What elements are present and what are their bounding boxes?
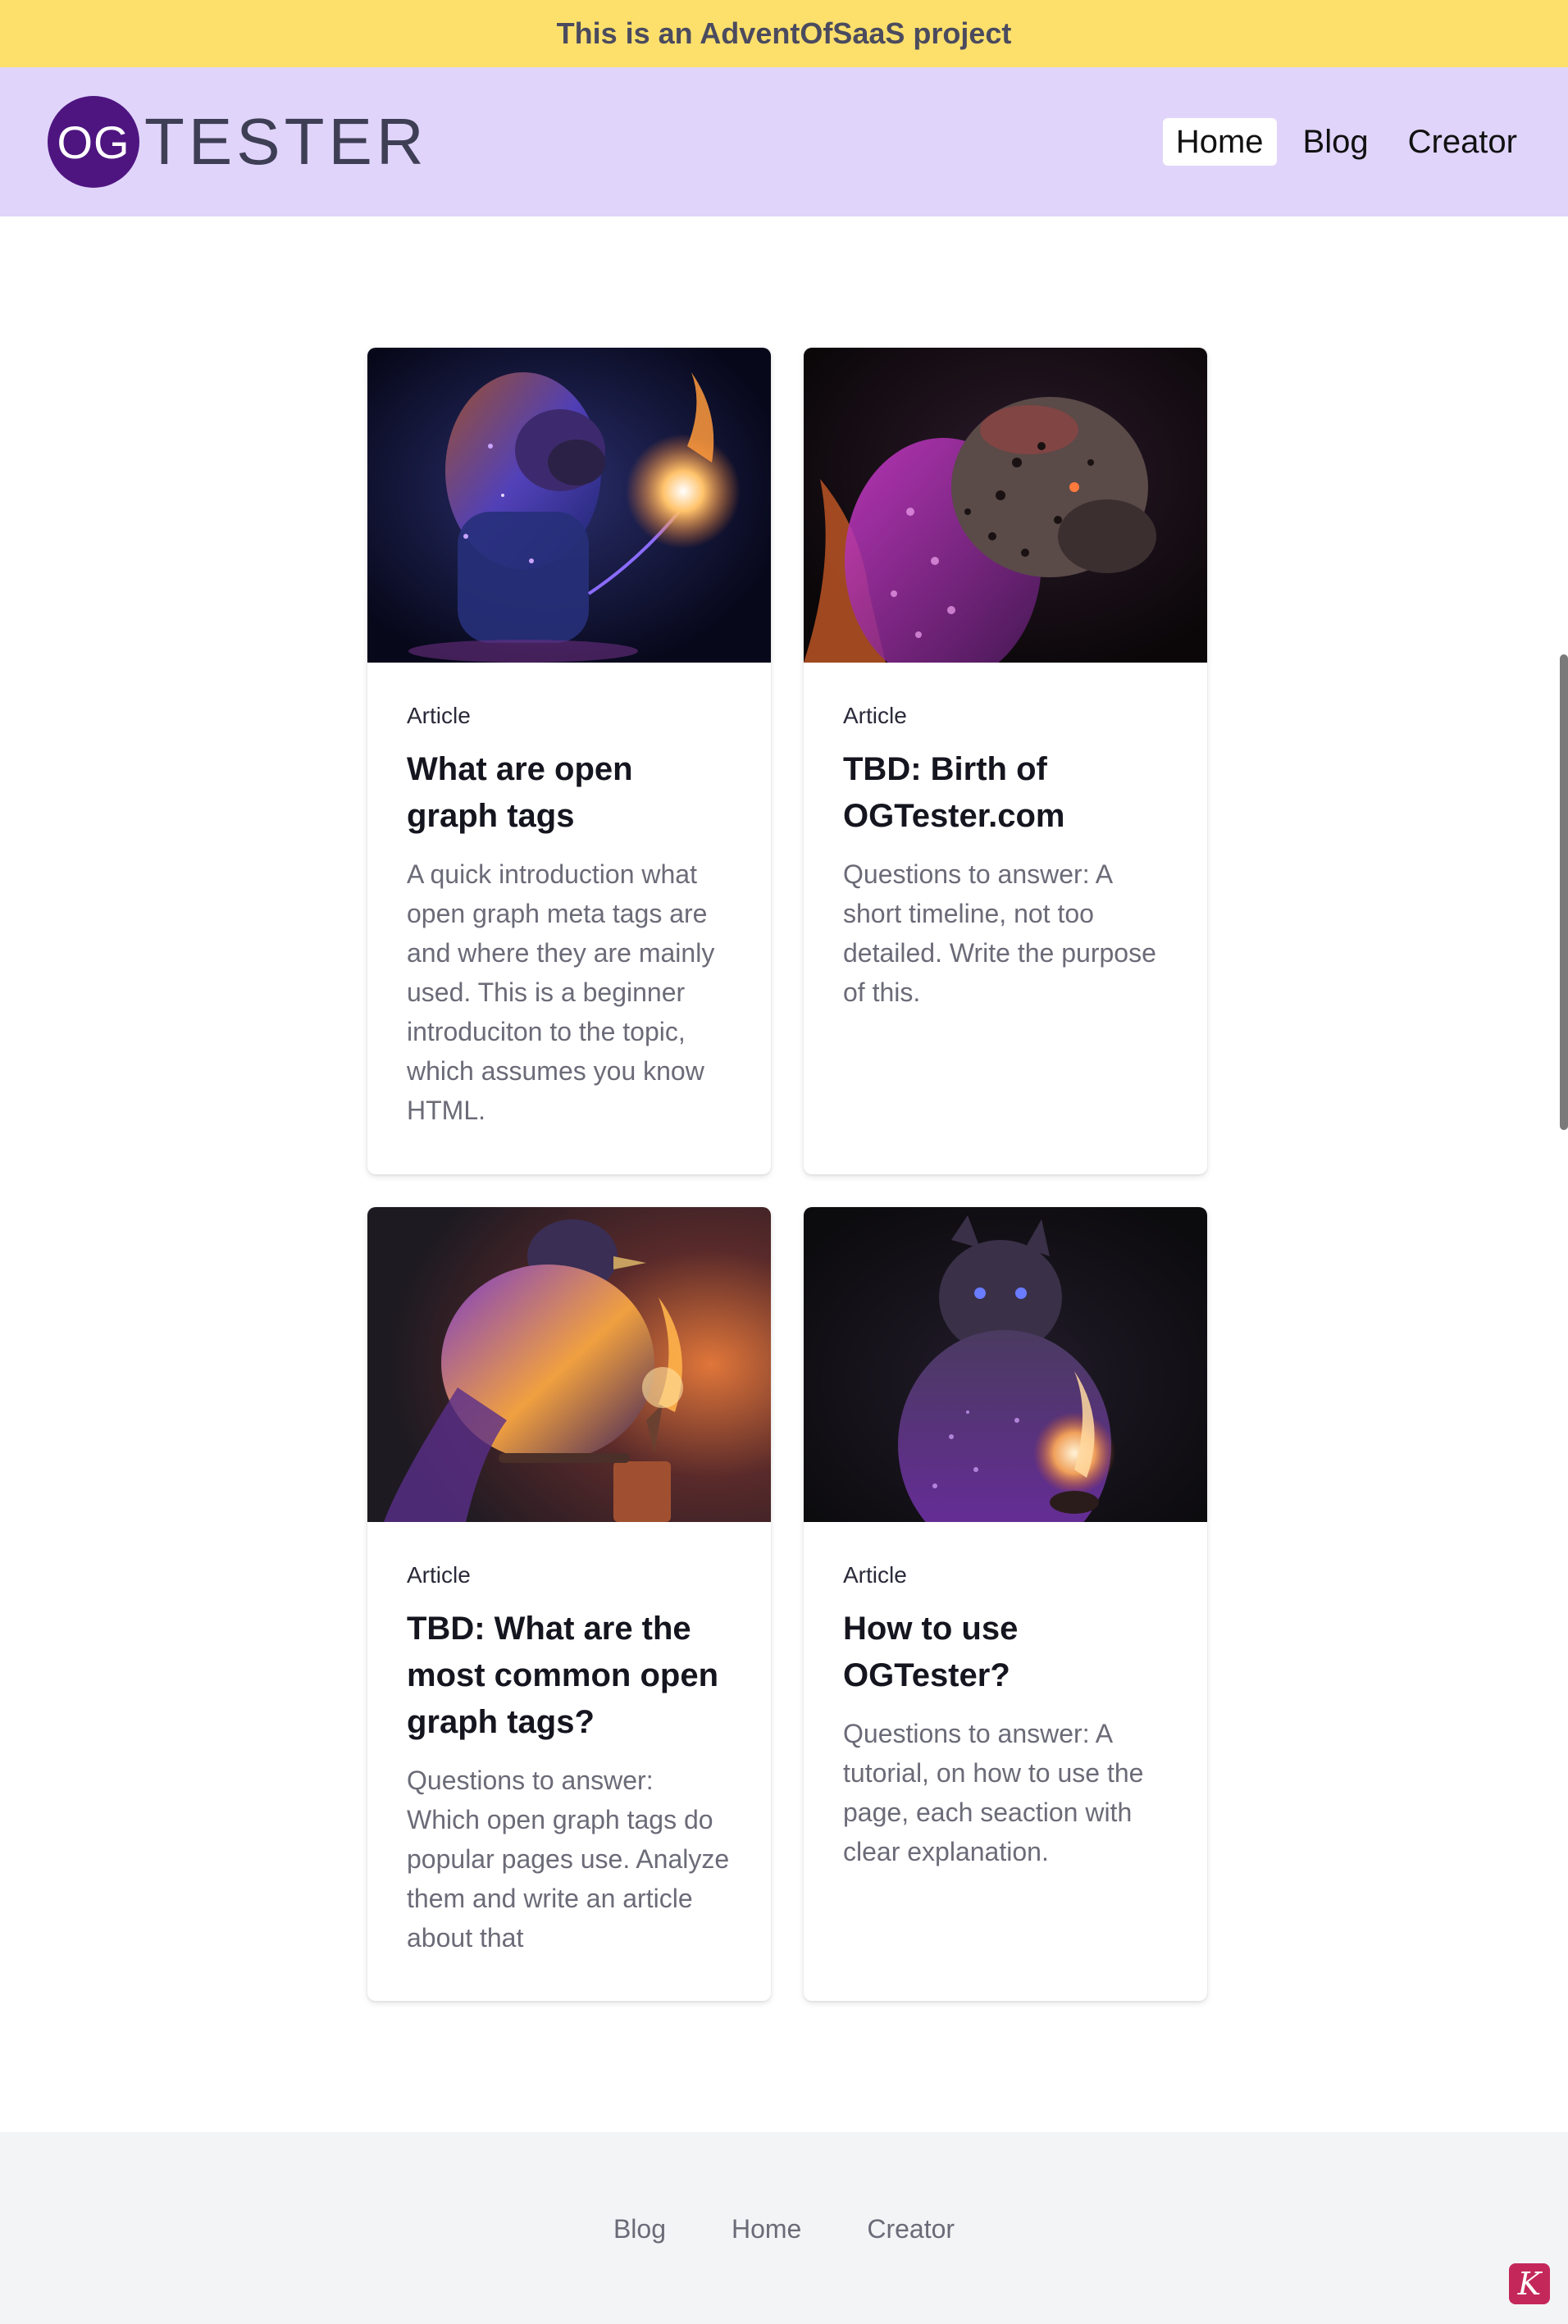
card-description: A quick introduction what open graph met…	[407, 859, 715, 1125]
logo-text: TESTER	[144, 105, 428, 178]
card-tag: Article	[843, 703, 907, 728]
leopard-with-fire-image	[804, 348, 1207, 663]
card-description: Questions to answer: A tutorial, on how …	[843, 1719, 1144, 1866]
card-tag: Article	[843, 1562, 907, 1588]
logo-circle: OG	[48, 96, 139, 188]
cat-with-candle-image	[804, 1207, 1207, 1522]
card-tag: Article	[407, 703, 471, 728]
site-header: OG TESTER Home Blog Creator	[0, 67, 1568, 216]
k-badge-icon[interactable]: K	[1509, 2263, 1550, 2304]
bird-with-torch-image	[367, 1207, 771, 1522]
footer-creator-link[interactable]: Creator	[867, 2214, 955, 2244]
article-card[interactable]: Article TBD: What are the most common op…	[367, 1207, 771, 2001]
footer-home-link[interactable]: Home	[732, 2214, 801, 2244]
card-tag: Article	[407, 1562, 471, 1588]
banner-text: This is an AdventOfSaaS project	[556, 16, 1012, 50]
article-card[interactable]: Article What are open graph tags A quick…	[367, 348, 771, 1174]
footer-nav: Blog Home Creator	[0, 2214, 1568, 2244]
site-logo[interactable]: OG TESTER	[48, 95, 428, 189]
card-description: Questions to answer: A short timeline, n…	[843, 859, 1156, 1007]
site-footer: Blog Home Creator	[0, 2132, 1568, 2324]
article-card[interactable]: Article How to use OGTester? Questions t…	[804, 1207, 1207, 2001]
card-title[interactable]: What are open graph tags	[407, 746, 732, 840]
lion-with-flame-image	[367, 348, 771, 663]
card-title[interactable]: TBD: What are the most common open graph…	[407, 1606, 732, 1746]
nav-blog-link[interactable]: Blog	[1290, 118, 1382, 166]
article-card[interactable]: Article TBD: Birth of OGTester.com Quest…	[804, 348, 1207, 1174]
card-description: Questions to answer: Which open graph ta…	[407, 1766, 730, 1953]
page-scrollbar[interactable]	[1560, 654, 1568, 1130]
promo-banner: This is an AdventOfSaaS project	[0, 0, 1568, 67]
nav-home-link[interactable]: Home	[1162, 118, 1277, 166]
main-nav: Home Blog Creator	[1150, 118, 1530, 166]
footer-blog-link[interactable]: Blog	[613, 2214, 666, 2244]
nav-creator-link[interactable]: Creator	[1395, 118, 1530, 166]
card-title[interactable]: TBD: Birth of OGTester.com	[843, 746, 1168, 840]
card-title[interactable]: How to use OGTester?	[843, 1606, 1168, 1699]
